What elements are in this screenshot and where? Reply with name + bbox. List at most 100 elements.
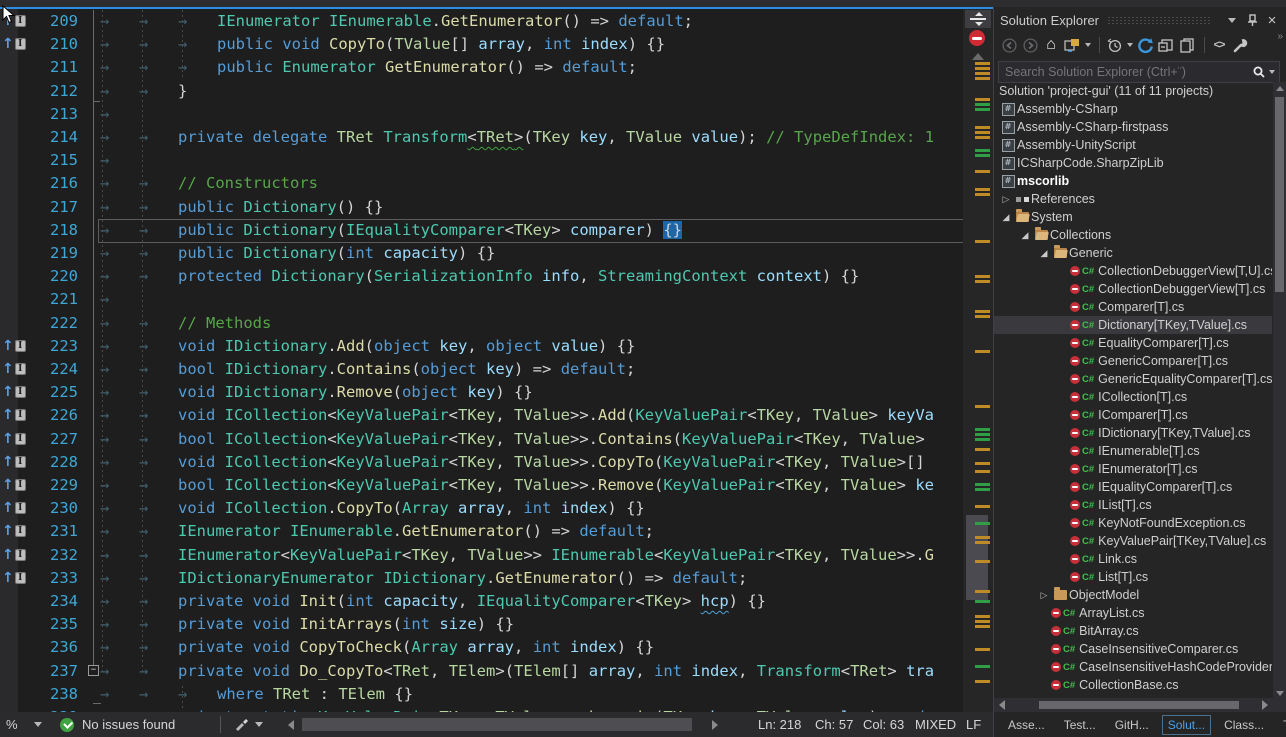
code-line[interactable]: ↑I209→→→IEnumerator IEnumerable.GetEnume…	[0, 10, 963, 33]
code-line[interactable]: ↑I227→→bool ICollection<KeyValuePair<TKe…	[0, 428, 963, 451]
tree-item[interactable]: C#GenericEqualityComparer[T].cs	[994, 370, 1272, 388]
tree-item[interactable]: C#CollectionDebuggerView[T].cs	[994, 280, 1272, 298]
tree-item[interactable]: C#CollectionDebuggerView[T,U].cs	[994, 262, 1272, 280]
code-line[interactable]: 238→→→where TRet : TElem {}	[0, 683, 963, 706]
window-position-menu-button[interactable]	[1224, 12, 1240, 28]
code-line[interactable]: 234→→private void Init(int capacity, IEq…	[0, 590, 963, 613]
home-button[interactable]: ⌂	[1042, 36, 1060, 54]
panel-vertical-scrollbar[interactable]	[1273, 82, 1286, 700]
scroll-up-arrow[interactable]	[1276, 86, 1284, 91]
code-line[interactable]: 211→→→public Enumerator GetEnumerator() …	[0, 56, 963, 79]
code-line[interactable]: 216→→// Constructors	[0, 172, 963, 195]
code-line[interactable]: ↑I233→→IDictionaryEnumerator IDictionary…	[0, 567, 963, 590]
tool-window-tab[interactable]: Class...	[1218, 715, 1270, 735]
code-line[interactable]: 215→	[0, 149, 963, 172]
eol-indicator[interactable]: LF	[966, 712, 981, 737]
tree-item[interactable]: C#IEnumerable[T].cs	[994, 442, 1272, 460]
editor-vertical-scrollbar[interactable]	[963, 9, 993, 712]
pin-button[interactable]	[1244, 12, 1260, 28]
tool-window-tab[interactable]: Test...	[1058, 715, 1102, 735]
code-line[interactable]: ↑I228→→void ICollection<KeyValuePair<TKe…	[0, 451, 963, 474]
code-line[interactable]: 235→→private void InitArrays(int size) {…	[0, 613, 963, 636]
tree-item[interactable]: C#Dictionary[TKey,TValue].cs	[994, 316, 1272, 334]
tree-item[interactable]: C#BitArray.cs	[994, 622, 1272, 640]
search-input[interactable]	[999, 65, 1252, 79]
code-editor[interactable]: − ↑I209→→→IEnumerator IEnumerable.GetEnu…	[0, 9, 963, 712]
tree-item[interactable]: C#IEqualityComparer[T].cs	[994, 478, 1272, 496]
code-line[interactable]: 219→→public Dictionary(int capacity) {}	[0, 242, 963, 265]
tree-item[interactable]: C#IDictionary[TKey,TValue].cs	[994, 424, 1272, 442]
tree-item[interactable]: ◢Generic	[994, 244, 1272, 262]
left-arrow-icon[interactable]	[999, 700, 1005, 710]
search-icon[interactable]	[1252, 65, 1266, 79]
code-line[interactable]: ↑I230→→void ICollection.CopyTo(Array arr…	[0, 497, 963, 520]
scroll-up-arrow[interactable]	[972, 53, 984, 60]
tool-window-tab[interactable]: Tea...	[1277, 715, 1286, 735]
expanded-arrow-icon[interactable]: ◢	[1018, 230, 1032, 241]
tree-item[interactable]: C#ICollection[T].cs	[994, 388, 1272, 406]
code-line[interactable]: ↑I232→→IEnumerator<KeyValuePair<TKey, TV…	[0, 544, 963, 567]
code-line[interactable]: 212→→}	[0, 80, 963, 103]
code-line[interactable]: 222→→// Methods	[0, 312, 963, 335]
code-line[interactable]: 214→→private delegate TRet Transform<TRe…	[0, 126, 963, 149]
formatting-marks-dropdown[interactable]	[234, 712, 263, 737]
tree-item[interactable]: C#EqualityComparer[T].cs	[994, 334, 1272, 352]
show-all-files-button[interactable]	[1178, 36, 1196, 54]
panel-hscroll-thumb[interactable]	[1039, 701, 1239, 709]
sync-with-active-document-button[interactable]	[1136, 36, 1154, 54]
split-editor-handle[interactable]	[965, 10, 991, 28]
properties-button[interactable]	[1231, 36, 1249, 54]
code-line[interactable]: 221→	[0, 288, 963, 311]
tree-item[interactable]: ◢Collections	[994, 226, 1272, 244]
tree-item[interactable]: C#KeyValuePair[TKey,TValue].cs	[994, 532, 1272, 550]
view-code-button[interactable]: <>	[1210, 36, 1228, 54]
close-button[interactable]: ×	[1264, 12, 1280, 28]
tool-window-tab[interactable]: Solut...	[1162, 715, 1211, 735]
expanded-arrow-icon[interactable]: ◢	[1037, 248, 1051, 259]
tree-item[interactable]: C#List[T].cs	[994, 568, 1272, 586]
code-line[interactable]: ↑I225→→void IDictionary.Remove(object ke…	[0, 381, 963, 404]
code-line[interactable]: 237→→private void Do_CopyTo<TRet, TElem>…	[0, 660, 963, 683]
tree-item[interactable]: #Assembly-CSharp-firstpass	[994, 118, 1272, 136]
tree-item[interactable]: #mscorlib	[994, 172, 1272, 190]
zoom-dropdown[interactable]: %	[6, 712, 42, 737]
code-line[interactable]: ↑I231→→IEnumerator IEnumerable.GetEnumer…	[0, 520, 963, 543]
tree-item[interactable]: C#IEnumerator[T].cs	[994, 460, 1272, 478]
editor-hscroll-thumb[interactable]	[302, 718, 692, 731]
code-line[interactable]: 217→→public Dictionary() {}	[0, 196, 963, 219]
pending-changes-filter-button[interactable]	[1105, 36, 1123, 54]
back-button[interactable]	[1000, 36, 1018, 54]
tool-window-tab[interactable]: Asse...	[1002, 715, 1051, 735]
toolbar-overflow-button[interactable]: »	[1277, 31, 1283, 42]
code-line[interactable]: 213→	[0, 103, 963, 126]
tree-item[interactable]: C#IComparer[T].cs	[994, 406, 1272, 424]
panel-header[interactable]: Solution Explorer ×	[994, 9, 1286, 31]
panel-horizontal-scrollbar[interactable]	[994, 698, 1286, 712]
tree-item[interactable]: Solution 'project-gui' (11 of 11 project…	[994, 82, 1272, 100]
tool-window-tab[interactable]: GitH...	[1109, 715, 1155, 735]
tree-item[interactable]: C#CaseInsensitiveHashCodeProvider.cs	[994, 658, 1272, 676]
health-indicator[interactable]: No issues found	[60, 712, 175, 737]
tree-item[interactable]: #Assembly-CSharp	[994, 100, 1272, 118]
forward-button[interactable]	[1021, 36, 1039, 54]
tree-item[interactable]: C#GenericComparer[T].cs	[994, 352, 1272, 370]
tree-item[interactable]: C#IList[T].cs	[994, 496, 1272, 514]
collapsed-arrow-icon[interactable]: ▷	[1037, 590, 1051, 601]
tree-item[interactable]: ▷ObjectModel	[994, 586, 1272, 604]
encoding-indicator[interactable]: MIXED	[915, 712, 956, 737]
tree-item[interactable]: C#Link.cs	[994, 550, 1272, 568]
tree-item[interactable]: C#KeyNotFoundException.cs	[994, 514, 1272, 532]
tree-item[interactable]: C#Comparer[T].cs	[994, 298, 1272, 316]
document-health-icon[interactable]	[969, 30, 985, 46]
tree-item[interactable]: C#CaseInsensitiveComparer.cs	[994, 640, 1272, 658]
code-line[interactable]: ↑I223→→void IDictionary.Add(object key, …	[0, 335, 963, 358]
code-line[interactable]: ↑I224→→bool IDictionary.Contains(object …	[0, 358, 963, 381]
tree-item[interactable]: C#ArrayList.cs	[994, 604, 1272, 622]
chevron-down-icon[interactable]	[1269, 70, 1275, 74]
tree-item[interactable]: ▷References	[994, 190, 1272, 208]
tree-item[interactable]: #ICSharpCode.SharpZipLib	[994, 154, 1272, 172]
expanded-arrow-icon[interactable]: ◢	[999, 212, 1013, 223]
switch-views-button[interactable]	[1063, 36, 1081, 54]
right-arrow-icon[interactable]	[1262, 700, 1268, 710]
hscroll-right-button[interactable]	[712, 712, 718, 737]
